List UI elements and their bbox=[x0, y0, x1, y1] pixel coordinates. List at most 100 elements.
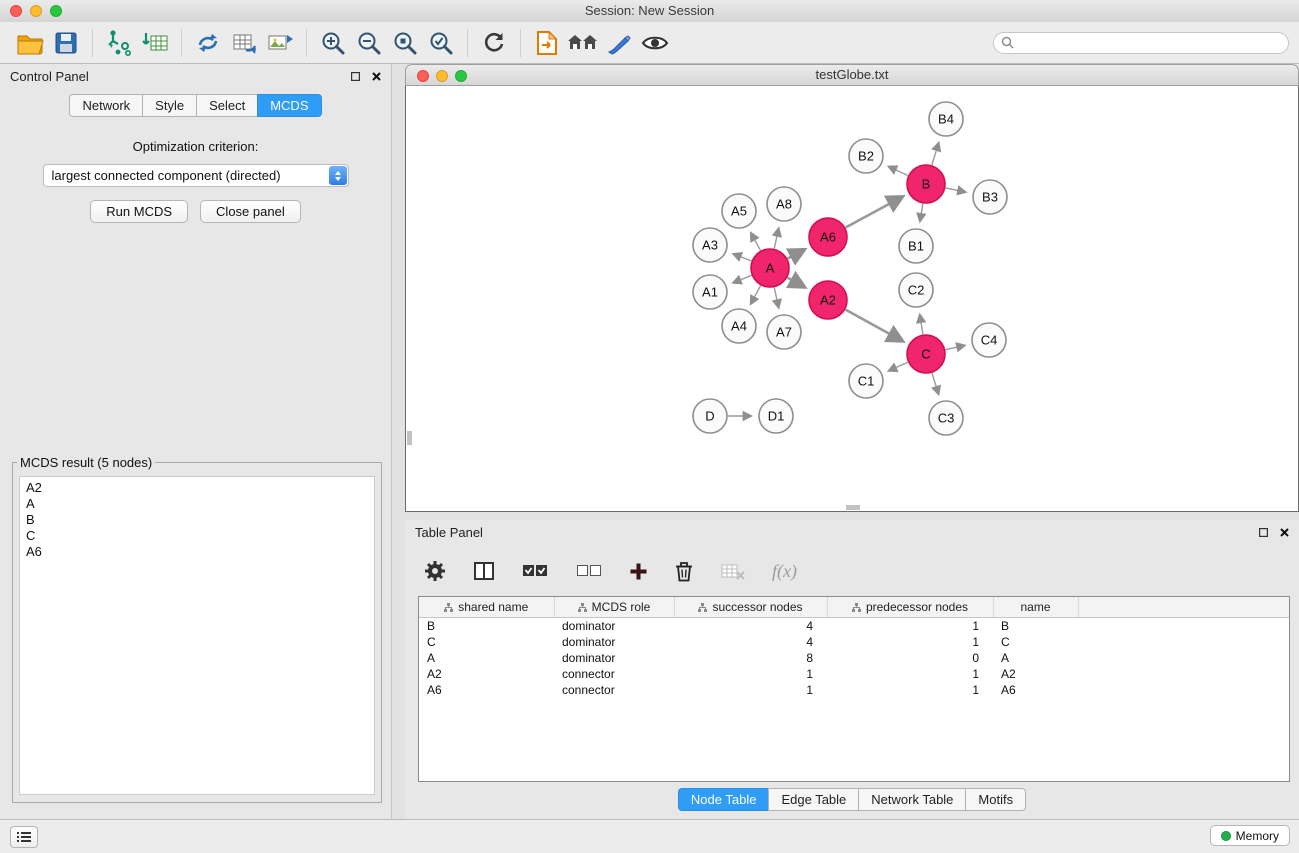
import-table-url-button[interactable] bbox=[226, 25, 262, 61]
close-panel-icon[interactable] bbox=[372, 72, 381, 81]
import-table-button[interactable] bbox=[137, 25, 173, 61]
table-row[interactable]: A6connector11A6 bbox=[419, 682, 1289, 698]
horizontal-scroll-thumb[interactable] bbox=[846, 505, 860, 510]
search-input[interactable] bbox=[1018, 35, 1288, 51]
graph-node-C4[interactable]: C4 bbox=[972, 323, 1006, 357]
search-box[interactable] bbox=[993, 32, 1289, 54]
tab-network-table[interactable]: Network Table bbox=[858, 788, 966, 811]
close-window-button[interactable] bbox=[10, 5, 22, 17]
node-table-container[interactable]: shared name MCDS role successor nodes pr… bbox=[418, 596, 1290, 782]
tab-node-table[interactable]: Node Table bbox=[678, 788, 770, 811]
function-builder-button[interactable]: f(x) bbox=[772, 561, 797, 582]
graph-node-C[interactable]: C bbox=[907, 335, 945, 373]
graph-node-A[interactable]: A bbox=[751, 249, 789, 287]
show-panels-button[interactable] bbox=[10, 826, 38, 848]
network-close-button[interactable] bbox=[417, 70, 429, 82]
tab-edge-table[interactable]: Edge Table bbox=[768, 788, 859, 811]
table-row[interactable]: Bdominator41B bbox=[419, 618, 1289, 635]
graph-node-B1[interactable]: B1 bbox=[899, 229, 933, 263]
tab-mcds[interactable]: MCDS bbox=[257, 94, 321, 117]
close-panel-icon[interactable] bbox=[1280, 528, 1289, 537]
graph-node-A8[interactable]: A8 bbox=[767, 187, 801, 221]
graph-node-D[interactable]: D bbox=[693, 399, 727, 433]
network-window-title: testGlobe.txt bbox=[406, 65, 1298, 87]
table-row[interactable]: Cdominator41C bbox=[419, 634, 1289, 650]
table-row[interactable]: A2connector11A2 bbox=[419, 666, 1289, 682]
tab-network[interactable]: Network bbox=[69, 94, 143, 117]
import-network-button[interactable] bbox=[101, 25, 137, 61]
zoom-out-button[interactable] bbox=[351, 25, 387, 61]
mcds-result-item[interactable]: A2 bbox=[26, 480, 368, 496]
home-layout-button[interactable] bbox=[565, 25, 601, 61]
tab-style[interactable]: Style bbox=[142, 94, 197, 117]
open-button[interactable] bbox=[12, 25, 48, 61]
run-mcds-button[interactable]: Run MCDS bbox=[90, 200, 188, 223]
memory-button[interactable]: Memory bbox=[1210, 825, 1290, 846]
network-window-titlebar[interactable]: testGlobe.txt bbox=[405, 64, 1299, 86]
graph-node-B2[interactable]: B2 bbox=[849, 139, 883, 173]
create-column-button[interactable] bbox=[629, 562, 648, 581]
export-image-button[interactable] bbox=[262, 25, 298, 61]
graph-node-A2[interactable]: A2 bbox=[809, 281, 847, 319]
tab-motifs[interactable]: Motifs bbox=[965, 788, 1026, 811]
mcds-result-item[interactable]: A bbox=[26, 496, 368, 512]
svg-text:B: B bbox=[922, 177, 931, 192]
delete-table-button[interactable] bbox=[720, 561, 746, 581]
network-tools-button[interactable] bbox=[190, 25, 226, 61]
column-header-shared-name[interactable]: shared name bbox=[419, 597, 554, 618]
graph-node-A7[interactable]: A7 bbox=[767, 315, 801, 349]
graph-node-C2[interactable]: C2 bbox=[899, 273, 933, 307]
refresh-button[interactable] bbox=[476, 25, 512, 61]
graph-edge-B-B1 bbox=[920, 204, 923, 222]
network-zoom-button[interactable] bbox=[455, 70, 467, 82]
graph-node-A1[interactable]: A1 bbox=[693, 275, 727, 309]
export-network-file-button[interactable] bbox=[529, 25, 565, 61]
column-header-mcds-role[interactable]: MCDS role bbox=[554, 597, 674, 618]
graph-node-B3[interactable]: B3 bbox=[973, 180, 1007, 214]
graph-node-A5[interactable]: A5 bbox=[722, 194, 756, 228]
graph-node-B[interactable]: B bbox=[907, 165, 945, 203]
node-table: shared name MCDS role successor nodes pr… bbox=[419, 597, 1289, 698]
zoom-window-button[interactable] bbox=[50, 5, 62, 17]
graph-node-A6[interactable]: A6 bbox=[809, 218, 847, 256]
float-panel-icon[interactable] bbox=[351, 72, 360, 81]
table-settings-button[interactable] bbox=[423, 559, 447, 583]
graph-node-B4[interactable]: B4 bbox=[929, 102, 963, 136]
mcds-result-list[interactable]: A2ABCA6 bbox=[19, 476, 375, 795]
mcds-result-item[interactable]: B bbox=[26, 512, 368, 528]
show-hide-button[interactable] bbox=[637, 25, 673, 61]
close-panel-button[interactable]: Close panel bbox=[200, 200, 301, 223]
zoom-in-button[interactable] bbox=[315, 25, 351, 61]
save-button[interactable] bbox=[48, 25, 84, 61]
graph-edge-B-B2 bbox=[889, 167, 908, 176]
network-graph[interactable]: B4 B2 B B3 A5 A8A6 A3 B1 A C2 A1 A2 A4 A7 C4 C C1 D D1 C3 bbox=[406, 86, 1298, 511]
vertical-scroll-thumb[interactable] bbox=[407, 431, 412, 445]
criterion-dropdown[interactable]: largest connected component (directed) bbox=[43, 164, 349, 187]
apply-style-button[interactable] bbox=[601, 25, 637, 61]
delete-columns-button[interactable] bbox=[674, 560, 694, 582]
graph-node-C3[interactable]: C3 bbox=[929, 401, 963, 435]
eye-icon bbox=[641, 33, 669, 53]
mcds-result-item[interactable]: A6 bbox=[26, 544, 368, 560]
column-header-predecessor-nodes[interactable]: predecessor nodes bbox=[827, 597, 993, 618]
graph-node-A4[interactable]: A4 bbox=[722, 309, 756, 343]
network-minimize-button[interactable] bbox=[436, 70, 448, 82]
tab-select[interactable]: Select bbox=[196, 94, 258, 117]
unselect-all-button[interactable] bbox=[575, 562, 603, 580]
graph-node-A3[interactable]: A3 bbox=[693, 228, 727, 262]
show-columns-button[interactable] bbox=[473, 560, 495, 582]
zoom-fit-button[interactable] bbox=[387, 25, 423, 61]
zoom-selected-button[interactable] bbox=[423, 25, 459, 61]
column-header-name[interactable]: name bbox=[993, 597, 1078, 618]
table-cell: 1 bbox=[674, 666, 827, 682]
column-header-successor-nodes[interactable]: successor nodes bbox=[674, 597, 827, 618]
float-panel-icon[interactable] bbox=[1259, 528, 1268, 537]
select-all-button[interactable] bbox=[521, 562, 549, 580]
minimize-window-button[interactable] bbox=[30, 5, 42, 17]
graph-node-D1[interactable]: D1 bbox=[759, 399, 793, 433]
table-row[interactable]: Adominator80A bbox=[419, 650, 1289, 666]
network-canvas[interactable]: B4 B2 B B3 A5 A8A6 A3 B1 A C2 A1 A2 A4 A7 C4 C C1 D D1 C3 bbox=[405, 86, 1299, 512]
graph-edge-C-C2 bbox=[920, 315, 923, 335]
graph-node-C1[interactable]: C1 bbox=[849, 364, 883, 398]
mcds-result-item[interactable]: C bbox=[26, 528, 368, 544]
